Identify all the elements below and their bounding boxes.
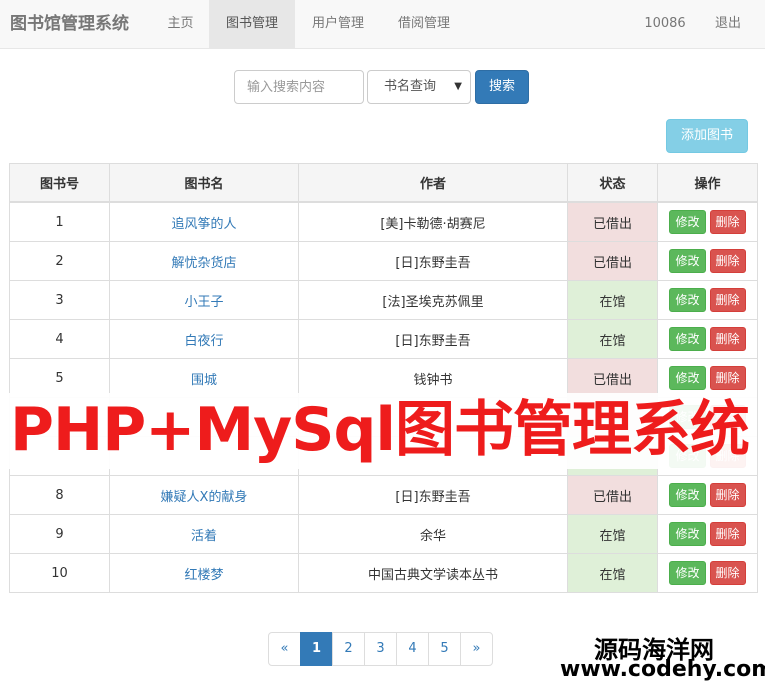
cell-actions: 修改删除 [657,280,758,320]
edit-button[interactable]: 修改 [669,522,706,546]
brand-title[interactable]: 图书馆管理系统 [10,0,129,49]
search-button[interactable]: 搜索 [475,70,529,104]
books-table: 图书号 图书名 作者 状态 操作 1 追风筝的人 [美]卡勒德·胡赛尼 已借出 修改 删除… [9,163,758,593]
cell-status: 已借出 [567,358,658,398]
cell-book-id: 2 [9,241,110,281]
cell-book-title[interactable]: 活着 [109,514,299,554]
nav-user-management[interactable]: 用户管理 [295,0,381,48]
nav-user-id[interactable]: 10086 [634,0,696,48]
search-type-select[interactable]: 书名查询 ▼ [367,70,471,104]
cell-author: [法]圣埃克苏佩里 [298,280,568,320]
table-row: 2 解忧杂货店 [日]东野圭吾 已借出 修改 删除 [9,241,758,281]
cell-author: 中国古典文学读本丛书 [298,553,568,593]
table-row: 1 追风筝的人 [美]卡勒德·胡赛尼 已借出 修改 删除 [9,201,758,242]
edit-button[interactable]: 修改 [669,366,706,390]
nav-borrow-management[interactable]: 借阅管理 [381,0,467,48]
cell-actions: 修改删除 [657,514,758,554]
add-book-button[interactable]: 添加图书 [666,119,748,153]
chevron-down-icon: ▼ [454,81,462,92]
cell-book-title[interactable]: 解忧杂货店 [109,241,299,281]
header-book-id: 图书号 [9,163,110,203]
header-author: 作者 [298,163,568,203]
page-prev[interactable]: « [268,632,301,666]
page-next[interactable]: » [460,632,493,666]
cell-actions: 修改删除 [657,475,758,515]
cell-book-title[interactable]: 红楼梦 [109,553,299,593]
table-row: 8 嫌疑人X的献身 [日]东野圭吾 已借出 修改 删除 [9,475,758,515]
cell-book-id: 4 [9,319,110,359]
search-input[interactable] [234,70,364,104]
cell-author: 钱钟书 [298,358,568,398]
cell-status: 已借出 [567,201,658,242]
edit-button[interactable]: 修改 [669,288,706,312]
cell-author: 余华 [298,514,568,554]
cell-book-title[interactable]: 嫌疑人X的献身 [109,475,299,515]
search-type-value: 书名查询 [384,79,437,94]
cell-book-title[interactable]: 围城 [109,358,299,398]
table-row: 4 白夜行 [日]东野圭吾 在馆 修改 删除 [9,319,758,359]
cell-book-id: 10 [9,553,110,593]
edit-button[interactable]: 修改 [669,327,706,351]
cell-book-title[interactable]: 追风筝的人 [109,201,299,242]
delete-button[interactable]: 删除 [709,210,746,234]
banner-title: PHP+MySql图书管理系统 [10,395,750,465]
delete-button[interactable]: 删除 [709,483,746,507]
header-book-title: 图书名 [109,163,299,203]
cell-status: 在馆 [567,319,658,359]
cell-actions: 修改删除 [657,201,758,242]
cell-author: [美]卡勒德·胡赛尼 [298,201,568,242]
table-header-row: 图书号 图书名 作者 状态 操作 [9,163,758,203]
watermark-url: www.codehy.com [560,657,765,682]
pagination: « 1 2 3 4 5 » [268,632,493,666]
header-status: 状态 [567,163,658,203]
table-row: 9 活着 余华 在馆 修改 删除 [9,514,758,554]
cell-status: 已借出 [567,241,658,281]
page-4[interactable]: 4 [396,632,429,666]
cell-book-id: 8 [9,475,110,515]
delete-button[interactable]: 删除 [709,561,746,585]
edit-button[interactable]: 修改 [669,483,706,507]
cell-actions: 修改删除 [657,319,758,359]
cell-book-title[interactable]: 小王子 [109,280,299,320]
cell-book-id: 5 [9,358,110,398]
cell-book-id: 1 [9,201,110,242]
nav-logout[interactable]: 退出 [700,0,756,48]
nav-home[interactable]: 主页 [152,0,209,48]
table-row: 10 红楼梦 中国古典文学读本丛书 在馆 修改 删除 [9,553,758,593]
cell-author: [日]东野圭吾 [298,319,568,359]
page-5[interactable]: 5 [428,632,461,666]
page-2[interactable]: 2 [332,632,365,666]
nav-book-management[interactable]: 图书管理 [209,0,295,48]
cell-status: 已借出 [567,475,658,515]
delete-button[interactable]: 删除 [709,522,746,546]
cell-book-id: 9 [9,514,110,554]
cell-actions: 修改删除 [657,358,758,398]
delete-button[interactable]: 删除 [709,249,746,273]
table-row: 5 围城 钱钟书 已借出 修改 删除 [9,358,758,398]
delete-button[interactable]: 删除 [709,288,746,312]
cell-actions: 修改删除 [657,553,758,593]
cell-actions: 修改删除 [657,241,758,281]
cell-author: [日]东野圭吾 [298,241,568,281]
edit-button[interactable]: 修改 [669,249,706,273]
cell-status: 在馆 [567,280,658,320]
cell-book-title[interactable]: 白夜行 [109,319,299,359]
page-1[interactable]: 1 [300,632,333,666]
delete-button[interactable]: 删除 [709,366,746,390]
cell-author: [日]东野圭吾 [298,475,568,515]
delete-button[interactable]: 删除 [709,327,746,351]
header-actions: 操作 [657,163,758,203]
edit-button[interactable]: 修改 [669,210,706,234]
cell-book-id: 3 [9,280,110,320]
page-3[interactable]: 3 [364,632,397,666]
navbar: 图书馆管理系统 主页 图书管理 用户管理 借阅管理 10086 退出 [0,0,765,49]
cell-status: 在馆 [567,553,658,593]
cell-status: 在馆 [567,514,658,554]
table-row: 3 小王子 [法]圣埃克苏佩里 在馆 修改 删除 [9,280,758,320]
edit-button[interactable]: 修改 [669,561,706,585]
